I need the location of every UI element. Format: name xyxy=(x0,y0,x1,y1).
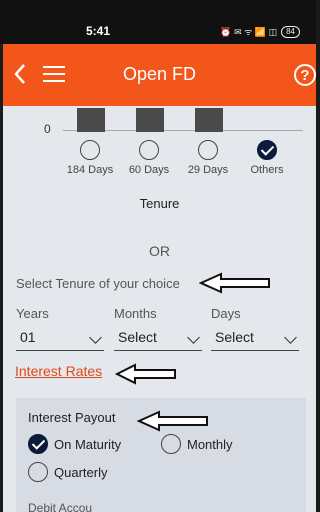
payout-option-monthly[interactable]: Monthly xyxy=(161,434,233,454)
debit-account-label: Debit Accou xyxy=(28,501,93,512)
tenure-option-184[interactable]: 184 Days xyxy=(60,140,120,176)
battery-icon: 84 xyxy=(281,25,300,38)
radio-icon[interactable] xyxy=(80,140,100,160)
months-field[interactable]: Months Select xyxy=(114,306,202,351)
axis-zero-label: 0 xyxy=(44,122,51,136)
tenure-bar-184 xyxy=(77,108,105,132)
tenure-caption: Tenure xyxy=(139,196,180,211)
status-time: 5:41 xyxy=(86,24,111,38)
annotation-arrow-icon xyxy=(199,272,270,294)
tenure-bar-29 xyxy=(195,108,223,132)
radio-checked-icon[interactable] xyxy=(257,140,277,160)
days-select[interactable]: Select xyxy=(211,327,299,351)
days-field[interactable]: Days Select xyxy=(211,306,299,351)
tenure-option-60[interactable]: 60 Days xyxy=(119,140,179,176)
tenure-option-others[interactable]: Others xyxy=(237,140,297,176)
chevron-down-icon xyxy=(284,331,297,344)
tenure-option-label: 184 Days xyxy=(66,164,114,176)
content-area: 0 184 Days 60 Days 29 Days Others Tenure xyxy=(3,106,316,512)
annotation-arrow-icon xyxy=(115,363,176,385)
years-field[interactable]: Years 01 xyxy=(16,306,104,351)
select-tenure-prompt: Select Tenure of your choice xyxy=(16,276,180,291)
annotation-arrow-icon xyxy=(137,410,208,432)
tenure-option-label: Others xyxy=(250,164,284,176)
tenure-chart: 0 184 Days 60 Days 29 Days Others Tenure xyxy=(3,106,316,226)
payout-option-label: Monthly xyxy=(187,436,233,452)
radio-icon[interactable] xyxy=(28,462,48,482)
payout-option-on-maturity[interactable]: On Maturity xyxy=(28,434,121,454)
months-select[interactable]: Select xyxy=(114,327,202,351)
status-bar: 5:41 ⏰ ✉ ᯤ 📶 ◫ 84 xyxy=(0,0,316,44)
years-value: 01 xyxy=(20,329,36,345)
status-indicators: ⏰ ✉ ᯤ 📶 ◫ xyxy=(220,27,278,37)
or-divider: OR xyxy=(149,243,170,259)
months-value: Select xyxy=(118,329,157,345)
phone-screen: 5:41 ⏰ ✉ ᯤ 📶 ◫ 84 Open FD ? 0 184 Days 6… xyxy=(0,0,316,512)
interest-payout-title: Interest Payout xyxy=(28,410,116,425)
payout-option-quarterly[interactable]: Quarterly xyxy=(28,462,107,482)
days-label: Days xyxy=(211,306,241,321)
tenure-option-29[interactable]: 29 Days xyxy=(178,140,238,176)
payout-option-label: On Maturity xyxy=(54,436,122,452)
years-select[interactable]: 01 xyxy=(16,327,104,351)
payout-option-label: Quarterly xyxy=(54,464,108,480)
radio-icon[interactable] xyxy=(139,140,159,160)
radio-icon[interactable] xyxy=(198,140,218,160)
chevron-down-icon xyxy=(89,331,102,344)
tenure-option-label: 60 Days xyxy=(128,164,170,176)
page-title: Open FD xyxy=(122,64,197,84)
radio-checked-icon[interactable] xyxy=(28,434,48,454)
tenure-option-label: 29 Days xyxy=(187,164,229,176)
tenure-bar-60 xyxy=(136,108,164,132)
interest-rates-link[interactable]: Interest Rates xyxy=(15,363,102,379)
months-label: Months xyxy=(114,306,157,321)
help-icon[interactable]: ? xyxy=(294,64,316,86)
days-value: Select xyxy=(215,329,254,345)
radio-icon[interactable] xyxy=(161,434,181,454)
status-icons: ⏰ ✉ ᯤ 📶 ◫ 84 xyxy=(220,25,300,38)
app-header: Open FD ? xyxy=(3,44,316,106)
chevron-down-icon xyxy=(187,331,200,344)
years-label: Years xyxy=(16,306,49,321)
